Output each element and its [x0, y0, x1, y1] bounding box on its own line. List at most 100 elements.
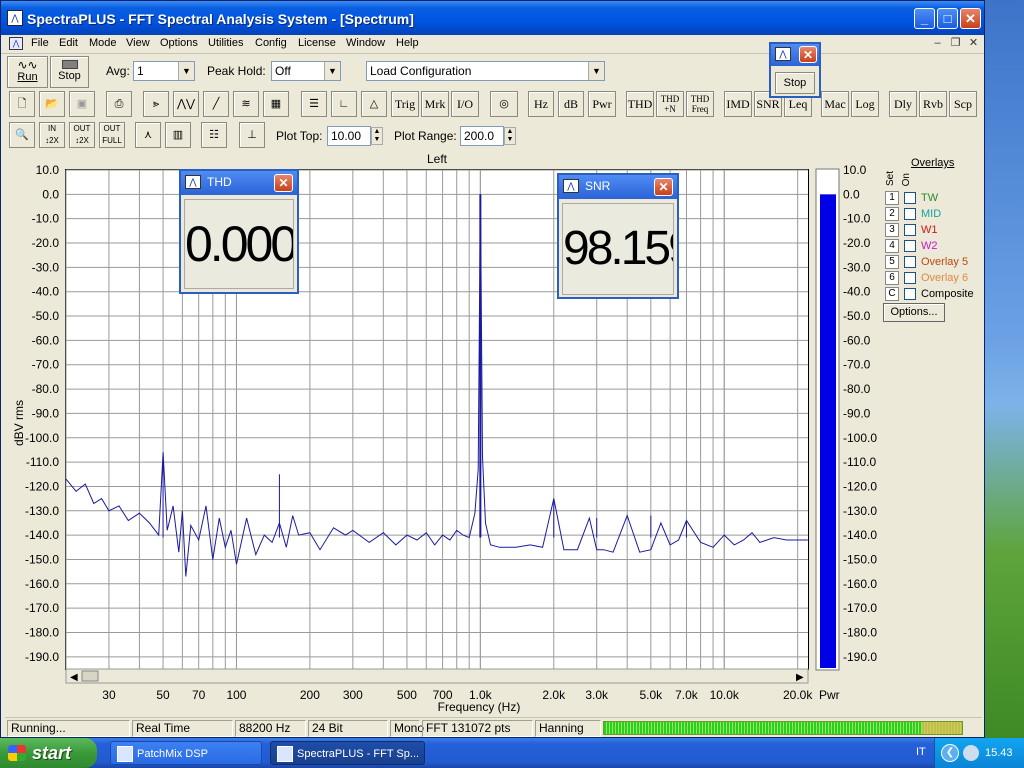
thd-window-titlebar[interactable]: ⋀ THD ✕: [181, 171, 297, 195]
meter-peak-zone: [922, 722, 962, 734]
spectrum-line: [65, 194, 808, 577]
stop-popup-icon: ⋀: [775, 47, 791, 61]
overlay-checkbox[interactable]: [904, 224, 916, 236]
stop-popup-button[interactable]: Stop: [775, 72, 815, 94]
right-tick-label: -110.0: [843, 455, 876, 469]
y-tick-label: -110.0: [26, 455, 59, 469]
taskbar: start PatchMix DSP SpectraPLUS - FFT Sp.…: [0, 738, 1024, 768]
right-tick-label: -90.0: [843, 406, 871, 420]
snr-window-icon: ⋀: [563, 179, 579, 193]
y-tick-label: -40.0: [32, 285, 60, 299]
overlay-name: Overlay 5: [921, 256, 969, 268]
scroll-thumb[interactable]: [81, 670, 99, 682]
overlay-name: Composite: [921, 288, 974, 300]
y-tick-label: 0.0: [42, 187, 59, 201]
patchmix-icon: [117, 746, 133, 762]
overlay-checkbox[interactable]: [904, 240, 916, 252]
status-rate: 88200 Hz: [235, 720, 306, 737]
start-label: start: [32, 743, 72, 763]
windows-flag-icon: [8, 745, 26, 761]
status-channels: Mono: [390, 720, 424, 737]
right-tick-label: -70.0: [843, 358, 871, 372]
chevron-left-icon[interactable]: ❮: [941, 744, 959, 762]
y-tick-label: -20.0: [32, 236, 60, 250]
overlay-set-button[interactable]: 3: [885, 223, 899, 237]
right-tick-label: 0.0: [843, 187, 860, 201]
overlay-name: Overlay 6: [921, 272, 969, 284]
scroll-left-icon[interactable]: ◀: [70, 672, 78, 683]
spectrum-chart[interactable]: 10.0 10.0 0.0 0.0 -10.0 -10.0 -20.0 -20.0 -30.0 -…: [1, 1, 986, 717]
right-tick-label: -190.0: [843, 650, 877, 664]
task-label: PatchMix DSP: [137, 748, 208, 760]
y-tick-label: -120.0: [25, 479, 59, 493]
overlay-row[interactable]: 6 Overlay 6: [885, 271, 985, 287]
y-tick-label: -50.0: [32, 309, 60, 323]
thd-window[interactable]: ⋀ THD ✕ 0.00056 %: [179, 169, 299, 294]
thd-window-icon: ⋀: [185, 175, 201, 189]
overlay-row[interactable]: 3 W1: [885, 223, 985, 239]
tray-app-icon[interactable]: [963, 745, 979, 761]
right-tick-label: -100.0: [843, 431, 877, 445]
overlay-checkbox[interactable]: [904, 208, 916, 220]
stop-popup[interactable]: ⋀ ✕ Stop: [769, 42, 821, 98]
overlay-options-button[interactable]: Options...: [883, 303, 945, 322]
close-icon[interactable]: ✕: [799, 46, 817, 63]
status-mode: Real Time: [132, 720, 233, 737]
y-tick-label: -60.0: [32, 333, 60, 347]
right-tick-label: -40.0: [843, 285, 871, 299]
status-window: Hanning: [535, 720, 601, 737]
overlay-row[interactable]: 5 Overlay 5: [885, 255, 985, 271]
overlay-row[interactable]: C Composite: [885, 287, 985, 303]
y-tick-label: -150.0: [25, 552, 59, 566]
snr-value: 98.159 dB: [562, 203, 674, 295]
x-tick-label: 500: [397, 688, 417, 702]
stop-popup-titlebar[interactable]: ⋀ ✕: [771, 44, 819, 66]
y-tick-label: -100.0: [25, 431, 59, 445]
overlay-set-button[interactable]: 2: [885, 207, 899, 221]
x-tick-label: 3.0k: [585, 688, 609, 702]
overlay-set-button[interactable]: 5: [885, 255, 899, 269]
overlay-name: TW: [921, 192, 939, 204]
y-tick-label: -190.0: [25, 650, 59, 664]
close-icon[interactable]: ✕: [274, 174, 293, 192]
y-tick-label: -130.0: [25, 504, 59, 518]
status-fft: FFT 131072 pts: [422, 720, 533, 737]
overlay-row[interactable]: 1 TW: [885, 191, 985, 207]
overlays-set-label: Set: [885, 171, 896, 187]
scroll-right-icon[interactable]: ▶: [796, 672, 804, 683]
overlay-set-button[interactable]: C: [885, 287, 899, 301]
snr-window-titlebar[interactable]: ⋀ SNR ✕: [559, 175, 677, 199]
thd-value: 0.00056 %: [184, 199, 294, 289]
overlays-on-label: On: [901, 173, 912, 187]
right-tick-label: -150.0: [843, 552, 877, 566]
overlay-row[interactable]: 2 MID: [885, 207, 985, 223]
overlay-set-button[interactable]: 1: [885, 191, 899, 205]
language-indicator[interactable]: IT: [916, 746, 926, 758]
overlay-checkbox[interactable]: [904, 288, 916, 300]
overlay-set-button[interactable]: 6: [885, 271, 899, 285]
snr-window-title: SNR: [585, 179, 611, 193]
y-axis-label: dBV rms: [12, 400, 26, 446]
overlay-checkbox[interactable]: [904, 192, 916, 204]
overlay-name: MID: [921, 208, 942, 220]
close-icon[interactable]: ✕: [654, 178, 673, 196]
overlay-set-button[interactable]: 4: [885, 239, 899, 253]
y-tick-label: -90.0: [32, 406, 60, 420]
overlay-name: W1: [921, 224, 938, 236]
right-tick-label: -120.0: [843, 479, 877, 493]
start-button[interactable]: start: [0, 738, 97, 768]
right-tick-label: -130.0: [843, 504, 877, 518]
taskbar-item-patchmix[interactable]: PatchMix DSP: [110, 741, 262, 765]
task-label: SpectraPLUS - FFT Sp...: [297, 748, 420, 760]
right-tick-label: -140.0: [843, 528, 877, 542]
y-tick-label: -70.0: [32, 358, 60, 372]
right-tick-label: -160.0: [843, 577, 877, 591]
snr-window[interactable]: ⋀ SNR ✕ 98.159 dB: [557, 173, 679, 299]
taskbar-item-spectraplus[interactable]: SpectraPLUS - FFT Sp...: [270, 741, 425, 765]
overlay-checkbox[interactable]: [904, 256, 916, 268]
x-tick-label: 300: [343, 688, 363, 702]
overlay-row[interactable]: 4 W2: [885, 239, 985, 255]
power-bar-fill: [820, 194, 836, 668]
overlay-checkbox[interactable]: [904, 272, 916, 284]
app-window: ⋀ SpectraPLUS - FFT Spectral Analysis Sy…: [0, 0, 985, 738]
